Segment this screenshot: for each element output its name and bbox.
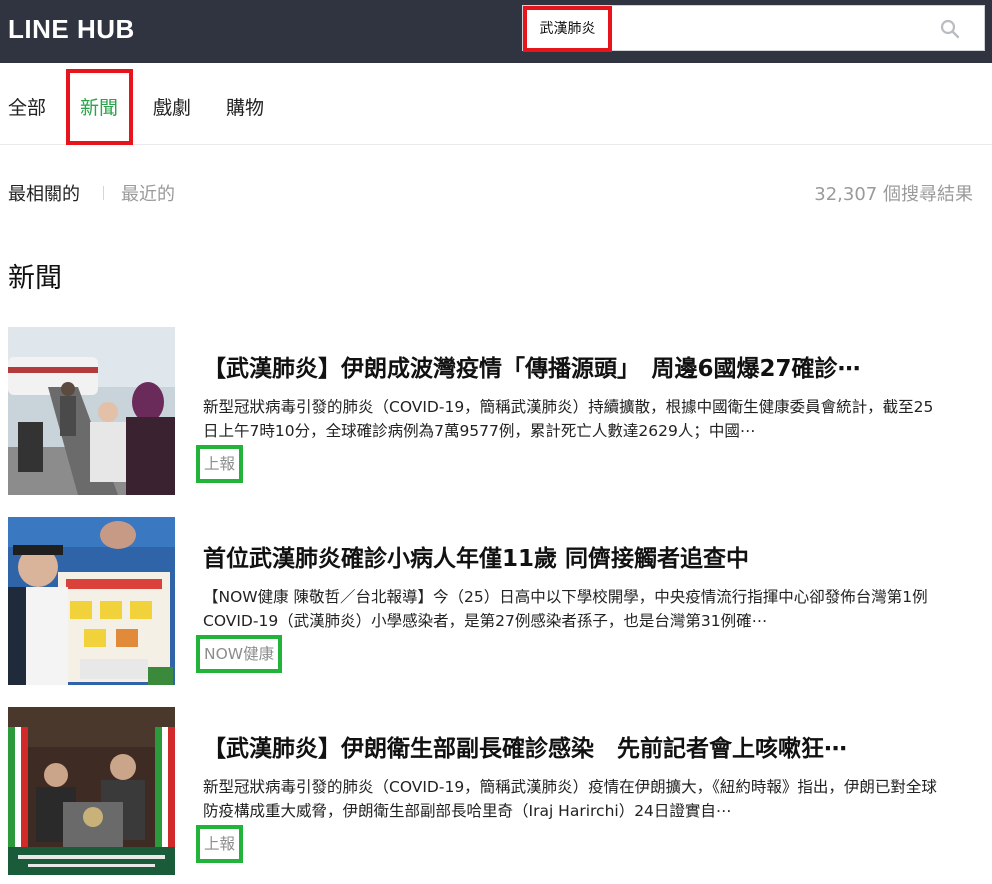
top-bar: LINE HUB 武漢肺炎 [0, 0, 992, 63]
news-thumbnail[interactable] [8, 707, 175, 875]
tab-shopping[interactable]: 購物 [226, 93, 264, 120]
news-thumbnail[interactable] [8, 327, 175, 495]
news-description: 新型冠狀病毒引發的肺炎（COVID-19，簡稱武漢肺炎）持續擴散，根據中國衛生健… [203, 398, 934, 440]
category-tabs: 全部 新聞 戲劇 購物 [0, 63, 992, 145]
news-item[interactable]: 首位武漢肺炎確診小病人年僅11歲 同儕接觸者追查中 【NOW健康 陳敬哲／台北報… [0, 517, 992, 687]
sort-most-relevant[interactable]: 最相關的 [8, 180, 80, 206]
sort-bar: 最相關的 最近的 32,307 個搜尋結果 [0, 146, 992, 236]
news-title[interactable]: 【武漢肺炎】伊朗衛生部副長確診感染 先前記者會上咳嗽狂⋯ [203, 729, 943, 763]
news-thumbnail[interactable] [8, 517, 175, 685]
news-source: 上報 [196, 825, 244, 863]
result-count: 32,307 個搜尋結果 [814, 184, 973, 205]
section-title: 新聞 [8, 263, 62, 294]
news-description: 新型冠狀病毒引發的肺炎（COVID-19，簡稱武漢肺炎）疫情在伊朗擴大，《紐約時… [203, 778, 937, 820]
app-logo[interactable]: LINE HUB [8, 14, 135, 45]
tab-drama[interactable]: 戲劇 [153, 93, 191, 120]
news-description: 【NOW健康 陳敬哲／台北報導】今（25）日高中以下學校開學，中央疫情流行指揮中… [203, 588, 928, 630]
tab-all[interactable]: 全部 [8, 93, 46, 120]
search-icon[interactable] [940, 19, 960, 39]
news-source: 上報 [196, 445, 244, 483]
search-query-chip[interactable]: 武漢肺炎 [523, 6, 612, 52]
search-box[interactable]: 武漢肺炎 [522, 5, 985, 52]
news-item[interactable]: 【武漢肺炎】伊朗衛生部副長確診感染 先前記者會上咳嗽狂⋯ 新型冠狀病毒引發的肺炎… [0, 707, 992, 877]
news-title[interactable]: 【武漢肺炎】伊朗成波灣疫情「傳播源頭」 周邊6國爆27確診⋯ [203, 349, 943, 383]
news-item[interactable]: 【武漢肺炎】伊朗成波灣疫情「傳播源頭」 周邊6國爆27確診⋯ 新型冠狀病毒引發的… [0, 327, 992, 497]
sort-most-recent[interactable]: 最近的 [121, 180, 175, 206]
tab-news[interactable]: 新聞 [80, 93, 118, 120]
news-source: NOW健康 [196, 635, 283, 673]
sort-divider [103, 186, 104, 200]
news-title[interactable]: 首位武漢肺炎確診小病人年僅11歲 同儕接觸者追查中 [203, 539, 943, 573]
